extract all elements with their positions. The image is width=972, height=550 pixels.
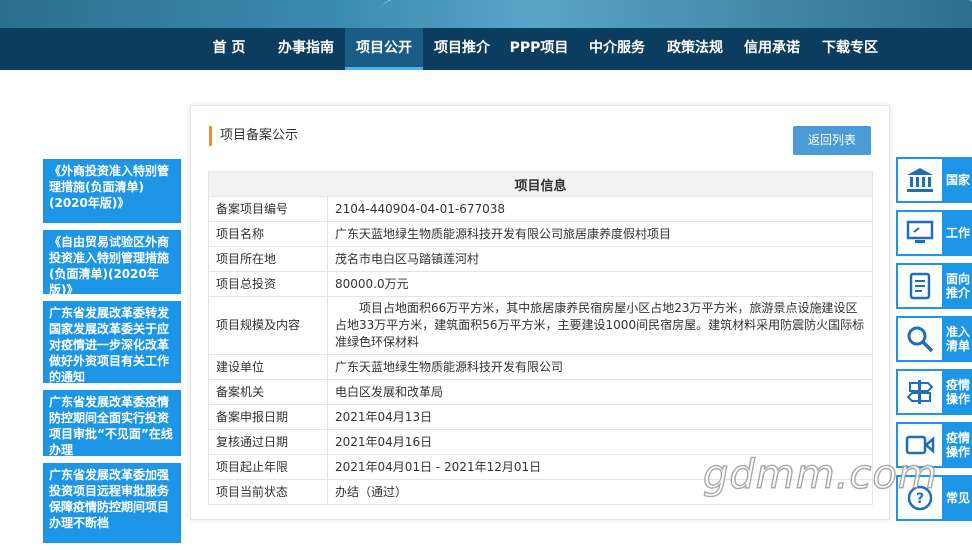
panel-title: 项目备案公示 [209,126,298,146]
notice-item[interactable]: 广东省发展改革委疫情防控期间全面实行投资项目审批“不见面”在线办理 [43,390,181,456]
nav-project-public[interactable]: 项目公开 [345,28,423,70]
nav-ppp-projects[interactable]: PPP项目 [506,28,572,70]
row-value: 茂名市电白区马踏镇莲河村 [327,246,873,272]
row-key: 项目所在地 [208,246,328,272]
nav-policies[interactable]: 政策法规 [660,28,730,70]
header-banner [0,0,972,28]
quick-link-label: 疫情期 操作指 [942,424,970,466]
row-key: 项目当前状态 [208,479,328,505]
notice-item[interactable]: 广东省发展改革委转发国家发展改革委关于应对疫情进一步深化改革做好外资项目有关工作… [43,301,181,383]
quick-link-label: 国家 [942,159,970,201]
table-row: 备案机关 电白区发展和改革局 [208,379,873,405]
row-value: 项目占地面积66万平方米，其中旅居康养民宿房屋小区占地23万平方米，旅游景点设施… [327,296,873,355]
document-icon [898,265,942,307]
left-notice-list: 《外商投资准入特别管理措施(负面清单)(2020年版)》 《自由贸易试验区外商投… [43,159,181,550]
table-row: 项目规模及内容 项目占地面积66万平方米，其中旅居康养民宿房屋小区占地23万平方米… [208,296,873,355]
nav-downloads[interactable]: 下载专区 [815,28,885,70]
row-value: 广东天蓝地绿生物质能源科技开发有限公司旅居康养度假村项目 [327,221,873,247]
row-key: 项目名称 [208,221,328,247]
quick-link-private-promotion[interactable]: 面向民 推介 [896,263,972,309]
signpost-icon [898,371,942,413]
bank-icon [898,159,942,201]
row-value: 2021年04月16日 [327,429,873,455]
row-key: 备案申报日期 [208,404,328,430]
quick-link-national[interactable]: 国家 [896,157,972,203]
row-key: 备案项目编号 [208,196,328,222]
table-row: 复核通过日期 2021年04月16日 [208,429,873,455]
nav-project-promotion[interactable]: 项目推介 [427,28,497,70]
nav-home[interactable]: 首 页 [200,28,258,70]
table-row: 备案项目编号 2104-440904-04-01-677038 [208,196,873,222]
table-row: 建设单位 广东天蓝地绿生物质能源科技开发有限公司 [208,354,873,380]
row-key: 项目总投资 [208,271,328,297]
row-key: 建设单位 [208,354,328,380]
main-navigation: 首 页 办事指南 项目公开 项目推介 PPP项目 中介服务 政策法规 信用承诺 … [0,28,972,70]
quick-link-label: 准入 清单 [942,318,970,360]
row-value: 电白区发展和改革局 [327,379,873,405]
nav-intermediary-services[interactable]: 中介服务 [582,28,652,70]
quick-link-label: 常见 [942,477,970,519]
table-row: 项目总投资 80000.0万元 [208,271,873,297]
nav-guide[interactable]: 办事指南 [270,28,342,70]
quick-link-epidemic-guide[interactable]: 疫情期 操作 [896,369,972,415]
row-value: 广东天蓝地绿生物质能源科技开发有限公司 [327,354,873,380]
banner-bridge-image [380,0,972,28]
quick-link-label: 疫情期 操作 [942,371,970,413]
notice-item[interactable]: 《自由贸易试验区外商投资准入特别管理措施(负面清单)(2020年版)》 [43,230,181,294]
quick-link-label: 工作 [942,212,970,254]
back-to-list-button[interactable]: 返回列表 [793,126,871,155]
row-key: 项目规模及内容 [208,296,328,355]
search-icon [898,318,942,360]
notice-item[interactable]: 广东省发展改革委加强投资项目远程审批服务保障疫情防控期间项目办理不断档 [43,463,181,543]
row-key: 复核通过日期 [208,429,328,455]
quick-link-label: 面向民 推介 [942,265,970,307]
table-row: 项目名称 广东天蓝地绿生物质能源科技开发有限公司旅居康养度假村项目 [208,221,873,247]
table-row: 备案申报日期 2021年04月13日 [208,404,873,430]
monitor-icon [898,212,942,254]
nav-credit-commitment[interactable]: 信用承诺 [737,28,807,70]
row-value: 2104-440904-04-01-677038 [327,196,873,222]
quick-link-access-list[interactable]: 准入 清单 [896,316,972,362]
row-value: 80000.0万元 [327,271,873,297]
row-key: 项目起止年限 [208,454,328,480]
notice-item[interactable]: 《外商投资准入特别管理措施(负面清单)(2020年版)》 [43,159,181,223]
table-header: 项目信息 [208,171,873,197]
quick-link-work[interactable]: 工作 [896,210,972,256]
site-watermark: gdmm.com [702,451,938,498]
row-key: 备案机关 [208,379,328,405]
table-row: 项目所在地 茂名市电白区马踏镇莲河村 [208,246,873,272]
row-value: 2021年04月13日 [327,404,873,430]
